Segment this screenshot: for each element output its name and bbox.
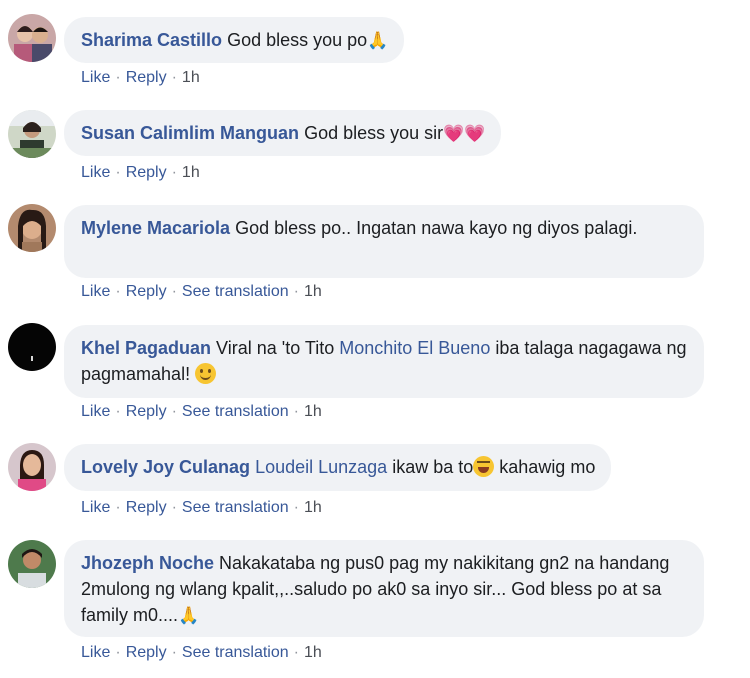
- reply-link[interactable]: Reply: [126, 644, 167, 661]
- comment-actions: Like · Reply · 1h: [81, 69, 200, 86]
- comment-time[interactable]: 1h: [304, 644, 322, 661]
- comment-author[interactable]: Lovely Joy Culanag: [81, 457, 250, 477]
- comment-text: God bless po.. Ingatan nawa kayo ng diyo…: [235, 218, 638, 238]
- comment-text: ikaw ba to: [392, 457, 474, 477]
- like-link[interactable]: Like: [81, 164, 110, 181]
- comment-bubble: Lovely Joy Culanag Loudeil Lunzaga ikaw …: [64, 444, 612, 491]
- reply-link[interactable]: Reply: [126, 403, 167, 420]
- see-translation-link[interactable]: See translation: [182, 644, 289, 661]
- folded-hands-icon: 🙏: [178, 606, 200, 626]
- reply-link[interactable]: Reply: [126, 164, 167, 181]
- avatar[interactable]: [8, 110, 56, 158]
- avatar[interactable]: [8, 14, 56, 62]
- comment-author[interactable]: Jhozeph Noche: [81, 553, 214, 573]
- comment-time[interactable]: 1h: [182, 164, 200, 181]
- comment-bubble: Susan Calimlim Manguan God bless you sir…: [64, 110, 502, 156]
- comment-actions: Like · Reply · 1h: [81, 164, 200, 181]
- smiling-face-icon: [195, 363, 217, 384]
- comment-author[interactable]: Sharima Castillo: [81, 30, 222, 50]
- comment-author[interactable]: Mylene Macariola: [81, 218, 230, 238]
- like-link[interactable]: Like: [81, 283, 110, 300]
- mention-link[interactable]: Loudeil Lunzaga: [255, 457, 387, 477]
- see-translation-link[interactable]: See translation: [182, 283, 289, 300]
- folded-hands-icon: 🙏: [367, 31, 389, 51]
- avatar[interactable]: [8, 443, 56, 491]
- avatar[interactable]: [8, 540, 56, 588]
- comment-author[interactable]: Khel Pagaduan: [81, 338, 211, 358]
- comment-actions: Like · Reply · See translation · 1h: [81, 499, 322, 516]
- comment-time[interactable]: 1h: [304, 403, 322, 420]
- laughing-face-icon: [473, 456, 495, 477]
- comment-time[interactable]: 1h: [304, 499, 322, 516]
- comment-time[interactable]: 1h: [304, 283, 322, 300]
- comment-bubble: Jhozeph Noche Nakakataba ng pus0 pag my …: [64, 540, 704, 637]
- comment-bubble: Mylene Macariola God bless po.. Ingatan …: [64, 205, 704, 278]
- mention-link[interactable]: Monchito El Bueno: [339, 338, 490, 358]
- avatar[interactable]: [8, 204, 56, 252]
- avatar[interactable]: [8, 323, 56, 371]
- comment-text: God bless you sir: [304, 123, 444, 143]
- like-link[interactable]: Like: [81, 499, 110, 516]
- reply-link[interactable]: Reply: [126, 69, 167, 86]
- comment-bubble: Khel Pagaduan Viral na 'to Tito Monchito…: [64, 325, 704, 398]
- like-link[interactable]: Like: [81, 644, 110, 661]
- comment-text: God bless you po: [227, 30, 368, 50]
- comment-time[interactable]: 1h: [182, 69, 200, 86]
- see-translation-link[interactable]: See translation: [182, 403, 289, 420]
- comment-actions: Like · Reply · See translation · 1h: [81, 644, 322, 661]
- comment-text: kahawig mo: [499, 457, 596, 477]
- reply-link[interactable]: Reply: [126, 283, 167, 300]
- comment-author[interactable]: Susan Calimlim Manguan: [81, 123, 299, 143]
- comment-actions: Like · Reply · See translation · 1h: [81, 403, 322, 420]
- reply-link[interactable]: Reply: [126, 499, 167, 516]
- see-translation-link[interactable]: See translation: [182, 499, 289, 516]
- comment-bubble: Sharima Castillo God bless you po🙏: [64, 17, 405, 63]
- comment-text: Viral na 'to Tito: [216, 338, 335, 358]
- like-link[interactable]: Like: [81, 69, 110, 86]
- like-link[interactable]: Like: [81, 403, 110, 420]
- comment-actions: Like · Reply · See translation · 1h: [81, 283, 322, 300]
- heart-icon: 💗💗: [443, 124, 486, 144]
